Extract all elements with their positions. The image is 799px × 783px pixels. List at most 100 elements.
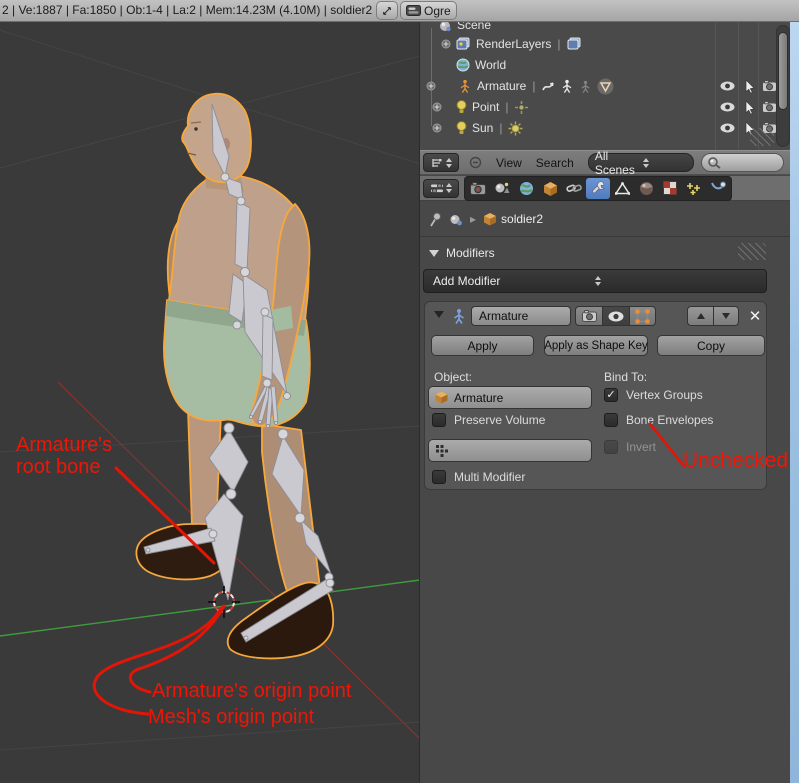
ogre-label: Ogre <box>424 4 451 18</box>
outliner-scrollbar[interactable] <box>776 25 790 147</box>
armature-modifier-icon <box>451 308 467 324</box>
outliner-row-renderlayers[interactable]: RenderLayers | <box>420 34 790 54</box>
expand-icon[interactable] <box>432 123 442 133</box>
vertex-group-icon <box>435 444 448 457</box>
menu-search[interactable]: Search <box>536 156 574 170</box>
modifier-name-input[interactable]: Armature <box>471 306 571 326</box>
tab-material[interactable] <box>634 178 658 199</box>
soldier-mesh[interactable] <box>136 94 333 659</box>
collapse-all-icon[interactable] <box>469 156 482 169</box>
vertex-group-selector[interactable] <box>428 439 592 462</box>
properties-header <box>420 176 790 201</box>
tab-render[interactable] <box>466 178 490 199</box>
wrench-icon <box>590 180 606 196</box>
outliner-search-input[interactable] <box>701 153 784 172</box>
expand-icon[interactable] <box>441 39 451 49</box>
apply-as-shape-key-button[interactable]: Apply as Shape Key <box>544 335 648 356</box>
hide-toggle[interactable] <box>719 99 736 115</box>
swap-arrows-icon <box>382 5 392 17</box>
camera-icon <box>762 80 777 92</box>
render-visibility-toggle[interactable] <box>575 306 602 326</box>
eye-icon <box>608 311 624 322</box>
material-sphere-icon <box>639 181 654 196</box>
lamp-object-icon <box>456 121 467 135</box>
camera-icon <box>582 310 597 322</box>
viewport-scene <box>0 22 420 783</box>
tab-modifiers[interactable] <box>586 178 610 199</box>
properties-editor-icon <box>430 183 444 194</box>
copy-button[interactable]: Copy <box>657 335 765 356</box>
bone-envelopes-checkbox[interactable]: Bone Envelopes <box>604 413 713 427</box>
tab-object-data[interactable] <box>610 178 634 199</box>
add-modifier-dropdown[interactable]: Add Modifier <box>423 269 767 293</box>
tab-object[interactable] <box>538 178 562 199</box>
window-duplicate-button[interactable] <box>376 1 398 20</box>
hide-toggle[interactable] <box>719 78 736 94</box>
expand-icon[interactable] <box>426 81 436 91</box>
editor-type-selector[interactable] <box>423 153 459 172</box>
hide-toggle[interactable] <box>719 120 736 136</box>
window-edge-scrollbar[interactable] <box>790 22 799 783</box>
object-label: Object: <box>434 370 472 384</box>
panel-expand-icon[interactable] <box>429 250 439 257</box>
tab-texture[interactable] <box>658 178 682 199</box>
apply-button[interactable]: Apply <box>431 335 534 356</box>
outliner-row-point[interactable]: Point | <box>420 97 790 117</box>
eye-icon <box>720 102 735 112</box>
cube-icon <box>543 181 558 196</box>
blender-window: 2 | Ve:1887 | Fa:1850 | Ob:1-4 | La:2 | … <box>0 0 799 783</box>
root-bone-annotation: Armature's root bone <box>16 434 148 479</box>
renderlayer-data-icon <box>567 37 582 51</box>
outliner-row-sun[interactable]: Sun | <box>420 118 790 138</box>
scene-breadcrumb-icon[interactable] <box>449 213 463 226</box>
tab-constraints[interactable] <box>562 178 586 199</box>
preserve-volume-checkbox[interactable]: Preserve Volume <box>432 413 545 427</box>
resize-corner[interactable] <box>750 128 774 146</box>
render-camera-icon <box>470 182 486 195</box>
renderlayers-icon <box>456 37 471 51</box>
pin-icon[interactable] <box>429 212 442 227</box>
tab-world[interactable] <box>514 178 538 199</box>
tab-particles[interactable] <box>682 178 706 199</box>
normals-icon <box>597 78 614 95</box>
outliner-header: View Search All Scenes <box>420 150 790 175</box>
modifiers-panel-header[interactable]: Modifiers <box>420 241 790 265</box>
selectable-toggle[interactable] <box>741 99 758 115</box>
scene-icon <box>439 22 452 32</box>
edit-mode-icon <box>635 309 650 324</box>
properties-editor: ▸ soldier2 Modifiers Add Modifier Armatu… <box>420 202 790 783</box>
outliner-row-world[interactable]: World <box>420 55 790 75</box>
scrollbar-thumb[interactable] <box>778 32 788 110</box>
panel-resize-corner[interactable] <box>738 243 766 260</box>
selectable-toggle[interactable] <box>741 78 758 94</box>
move-up-button[interactable] <box>687 306 713 326</box>
3d-viewport[interactable]: Armature's root bone Armature's origin p… <box>0 22 420 783</box>
breadcrumb-object[interactable]: soldier2 <box>501 212 543 226</box>
object-cube-icon <box>483 212 497 226</box>
menu-view[interactable]: View <box>496 156 522 170</box>
viewport-visibility-toggle[interactable] <box>602 306 629 326</box>
tab-scene[interactable] <box>490 178 514 199</box>
scene-icon <box>494 181 510 195</box>
modifier-expand-icon[interactable] <box>434 311 444 318</box>
editor-type-selector[interactable] <box>423 179 459 198</box>
particles-icon <box>686 181 702 196</box>
outliner-row-armature[interactable]: Armature | <box>420 76 790 96</box>
expand-icon[interactable] <box>432 102 442 112</box>
ogre-window-button[interactable]: Ogre <box>400 1 457 20</box>
3d-cursor[interactable] <box>208 586 240 618</box>
edit-mode-toggle[interactable] <box>629 306 656 326</box>
outliner-editor[interactable]: Scene RenderLayers | <box>420 22 790 150</box>
unchecked-annotation: Unchecked <box>683 449 788 473</box>
camera-icon <box>762 101 777 113</box>
search-icon <box>707 156 721 170</box>
object-selector[interactable]: Armature <box>428 386 592 409</box>
move-down-button[interactable] <box>713 306 739 326</box>
cube-icon <box>435 391 448 404</box>
vertex-groups-checkbox[interactable]: ✓ Vertex Groups <box>604 388 703 402</box>
multi-modifier-checkbox[interactable]: Multi Modifier <box>432 470 525 484</box>
delete-modifier-button[interactable]: ✕ <box>745 306 765 326</box>
display-mode-dropdown[interactable]: All Scenes <box>588 153 694 172</box>
breadcrumb-arrow: ▸ <box>470 212 476 226</box>
tab-physics[interactable] <box>706 178 730 199</box>
